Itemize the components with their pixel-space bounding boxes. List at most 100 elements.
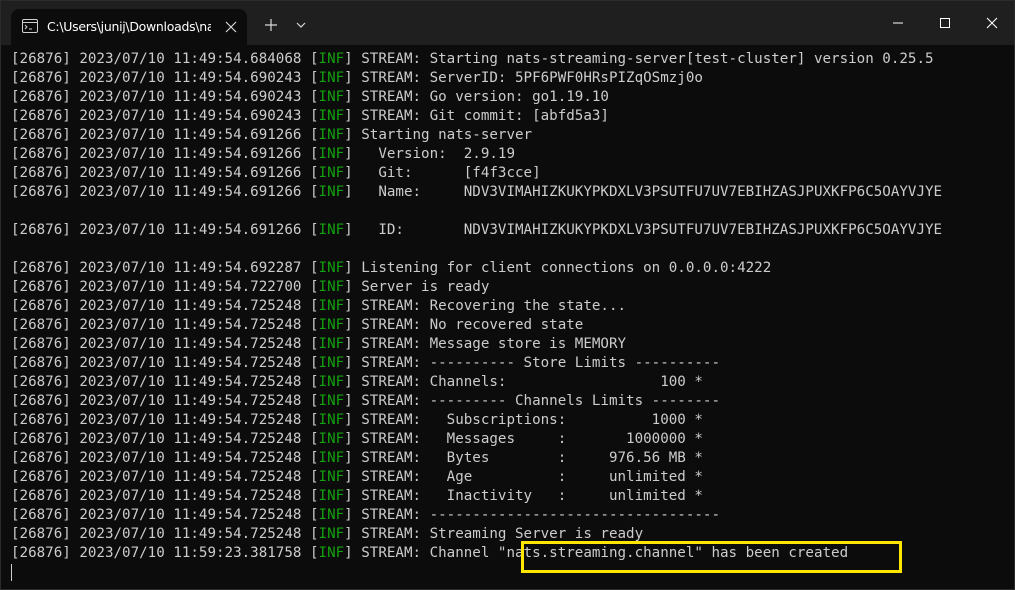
log-date: 2023/07/10 <box>79 298 165 314</box>
log-level: INF <box>318 260 345 276</box>
log-level-close: ] <box>344 469 353 485</box>
log-line: [26876] 2023/07/10 11:49:54.725248 [INF]… <box>11 430 1011 449</box>
log-message: STREAM: Channels: 100 * <box>361 374 703 390</box>
log-level-close: ] <box>344 146 353 162</box>
log-time: 11:49:54.691266 <box>173 184 302 200</box>
log-level-open: [ <box>309 374 319 390</box>
log-level: INF <box>318 279 345 295</box>
log-time: 11:49:54.725248 <box>173 488 302 504</box>
log-time: 11:49:54.725248 <box>173 469 302 485</box>
log-line: [26876] 2023/07/10 11:49:54.725248 [INF]… <box>11 506 1011 525</box>
log-level-open: [ <box>309 260 319 276</box>
log-date: 2023/07/10 <box>79 146 165 162</box>
log-level-open: [ <box>309 317 319 333</box>
log-level-close: ] <box>344 89 353 105</box>
minimize-button[interactable] <box>875 9 921 37</box>
log-level-close: ] <box>344 127 353 143</box>
log-level: INF <box>318 146 345 162</box>
log-message: STREAM: Age : unlimited * <box>361 469 703 485</box>
log-level-open: [ <box>309 70 319 86</box>
log-level-open: [ <box>309 393 319 409</box>
log-date: 2023/07/10 <box>79 260 165 276</box>
log-level: INF <box>318 393 345 409</box>
title-bar[interactable]: C:\Users\junij\Downloads\nats-streaming-… <box>1 1 1014 45</box>
log-message: ID: NDV3VIMAHIZKUKYPKDXLV3PSUTFU7UV7EBIH… <box>361 222 943 238</box>
log-message: STREAM: Git commit: [abfd5a3] <box>361 108 609 124</box>
log-time: 11:49:54.725248 <box>173 393 302 409</box>
log-line: [26876] 2023/07/10 11:49:54.725248 [INF]… <box>11 411 1011 430</box>
log-message: STREAM: Subscriptions: 1000 * <box>361 412 703 428</box>
log-level-open: [ <box>309 545 319 561</box>
log-time: 11:49:54.690243 <box>173 89 302 105</box>
tab-title: C:\Users\junij\Downloads\nats-streaming-… <box>47 19 211 34</box>
log-line: [26876] 2023/07/10 11:49:54.725248 [INF]… <box>11 297 1011 316</box>
log-message: STREAM: Go version: go1.19.10 <box>361 89 609 105</box>
log-time: 11:49:54.684068 <box>173 51 302 67</box>
log-time: 11:49:54.725248 <box>173 507 302 523</box>
log-message: STREAM: Message store is MEMORY <box>361 336 627 352</box>
log-time: 11:49:54.725248 <box>173 336 302 352</box>
log-level-open: [ <box>309 279 319 295</box>
log-message: STREAM: Recovering the state... <box>361 298 627 314</box>
log-level-open: [ <box>309 526 319 542</box>
log-message: Git: [f4f3cce] <box>361 165 541 181</box>
log-message: STREAM: Starting nats-streaming-server[t… <box>361 51 934 67</box>
log-pid: [26876] <box>11 355 71 371</box>
log-level-open: [ <box>309 412 319 428</box>
log-time: 11:49:54.690243 <box>173 70 302 86</box>
log-date: 2023/07/10 <box>79 89 165 105</box>
log-time: 11:49:54.725248 <box>173 431 302 447</box>
log-level-open: [ <box>309 298 319 314</box>
log-level-close: ] <box>344 412 353 428</box>
log-level-open: [ <box>309 108 319 124</box>
log-time: 11:49:54.690243 <box>173 108 302 124</box>
log-level-open: [ <box>309 184 319 200</box>
log-line: [26876] 2023/07/10 11:49:54.692287 [INF]… <box>11 259 1011 278</box>
maximize-icon <box>940 18 950 28</box>
close-window-button[interactable] <box>969 9 1015 37</box>
log-level-open: [ <box>309 469 319 485</box>
log-level-close: ] <box>344 431 353 447</box>
tab-terminal[interactable]: C:\Users\junij\Downloads\nats-streaming-… <box>11 9 247 45</box>
log-level-close: ] <box>344 279 353 295</box>
log-pid: [26876] <box>11 184 71 200</box>
log-time: 11:59:23.381758 <box>173 545 302 561</box>
log-level-close: ] <box>344 374 353 390</box>
close-icon <box>986 17 998 29</box>
log-level: INF <box>318 336 345 352</box>
log-message: STREAM: --------------------------------… <box>361 507 720 523</box>
log-line: [26876] 2023/07/10 11:49:54.725248 [INF]… <box>11 449 1011 468</box>
log-line: [26876] 2023/07/10 11:49:54.725248 [INF]… <box>11 373 1011 392</box>
prompt-line[interactable] <box>11 563 1011 582</box>
log-line: [26876] 2023/07/10 11:49:54.691266 [INF]… <box>11 164 1011 183</box>
log-message: Name: NDV3VIMAHIZKUKYPKDXLV3PSUTFU7UV7EB… <box>361 184 943 200</box>
log-pid: [26876] <box>11 279 71 295</box>
log-level: INF <box>318 127 345 143</box>
log-date: 2023/07/10 <box>79 184 165 200</box>
text-cursor <box>11 564 12 581</box>
log-message: STREAM: --------- Channels Limits ------… <box>361 393 720 409</box>
log-time: 11:49:54.691266 <box>173 165 302 181</box>
log-level: INF <box>318 412 345 428</box>
maximize-button[interactable] <box>922 9 968 37</box>
log-time: 11:49:54.725248 <box>173 317 302 333</box>
plus-icon[interactable] <box>261 15 281 35</box>
log-date: 2023/07/10 <box>79 355 165 371</box>
terminal-output[interactable]: [26876] 2023/07/10 11:49:54.684068 [INF]… <box>11 50 1011 586</box>
log-date: 2023/07/10 <box>79 51 165 67</box>
log-level-open: [ <box>309 450 319 466</box>
log-message: STREAM: ServerID: 5PF6PWF0HRsPIZqOSmzj0o <box>361 70 703 86</box>
log-time: 11:49:54.722700 <box>173 279 302 295</box>
log-level-open: [ <box>309 89 319 105</box>
log-level-close: ] <box>344 260 353 276</box>
log-level: INF <box>318 70 345 86</box>
log-pid: [26876] <box>11 336 71 352</box>
close-icon[interactable] <box>222 18 240 36</box>
log-level-close: ] <box>344 108 353 124</box>
log-level-open: [ <box>309 336 319 352</box>
log-time: 11:49:54.725248 <box>173 298 302 314</box>
log-pid: [26876] <box>11 146 71 162</box>
log-level: INF <box>318 431 345 447</box>
chevron-down-icon[interactable] <box>292 16 310 34</box>
